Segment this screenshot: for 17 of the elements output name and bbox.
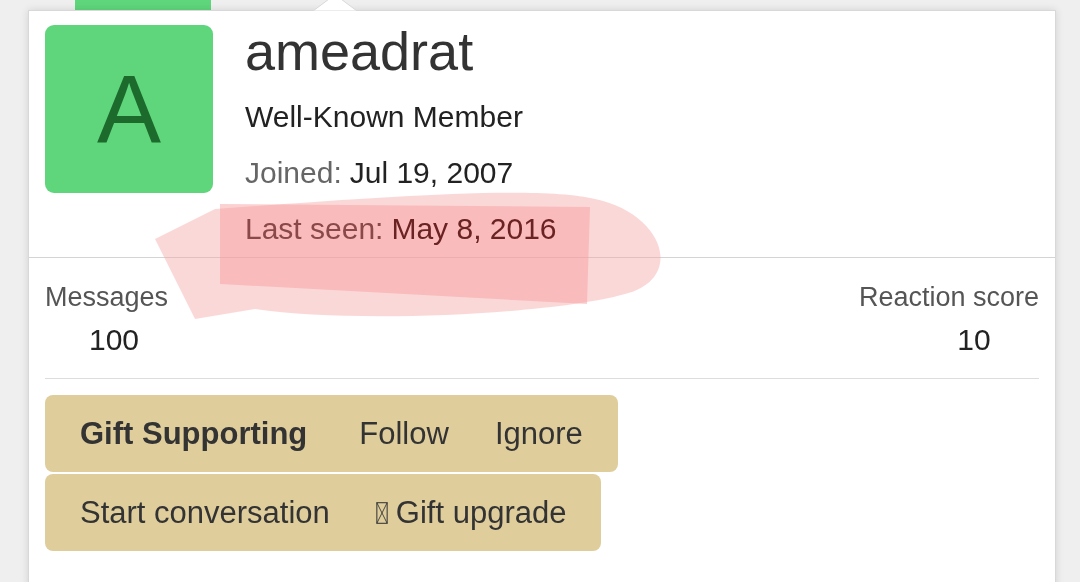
action-link[interactable]: Follow — [336, 415, 472, 452]
user-title: Well-Known Member — [245, 99, 524, 135]
action-link[interactable]: Ignore — [471, 415, 606, 452]
stat-value[interactable]: 10 — [858, 320, 1039, 360]
fact-label: Last seen: — [245, 212, 384, 245]
avatar[interactable]: A — [45, 25, 213, 193]
fact-value: Jul 19, 2007 — [349, 156, 514, 189]
missing-glyph-icon — [375, 500, 388, 525]
fact-value: May 8, 2016 — [391, 212, 557, 245]
action-link[interactable]: Gift upgrade — [352, 494, 590, 531]
action-link[interactable]: Gift Supporting — [57, 415, 331, 452]
fact-label: Joined: — [245, 156, 342, 189]
stat-label: Messages — [45, 281, 169, 314]
action-link[interactable]: Start conversation — [57, 494, 353, 531]
username[interactable]: ameadrat — [245, 25, 557, 77]
stat-value[interactable]: 100 — [45, 320, 169, 360]
stat-label: Reaction score — [858, 281, 1039, 314]
